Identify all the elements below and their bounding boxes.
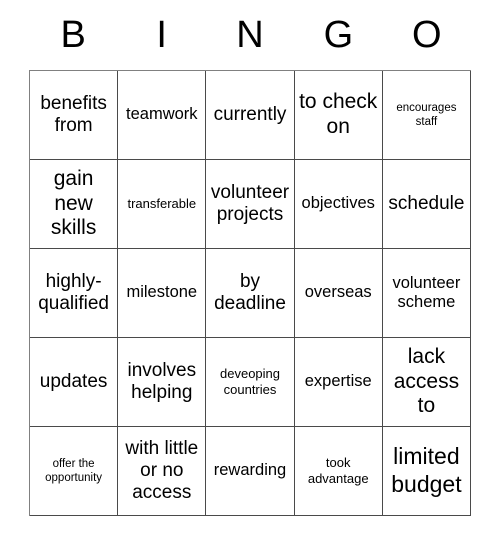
bingo-cell-b4[interactable]: updates (30, 338, 119, 427)
bingo-cell-i5[interactable]: with little or no access (118, 427, 207, 516)
bingo-row: highly-qualified milestone by deadline o… (30, 249, 472, 338)
bingo-row: updates involves helping deveoping count… (30, 338, 472, 427)
bingo-cell-label: by deadline (214, 270, 286, 314)
bingo-cell-label: rewarding (213, 461, 287, 480)
bingo-cell-i4[interactable]: involves helping (118, 338, 207, 427)
bingo-cell-label: offer the opportunity (45, 457, 103, 484)
bingo-grid: benefits from teamwork currently to chec… (29, 70, 472, 516)
bingo-cell-g2[interactable]: objectives (294, 160, 383, 249)
bingo-cell-b3[interactable]: highly-qualified (30, 249, 119, 338)
bingo-cell-label: involves helping (127, 359, 197, 403)
bingo-cell-g5[interactable]: took advantage (294, 427, 383, 516)
bingo-row: benefits from teamwork currently to chec… (30, 71, 472, 160)
bingo-cell-i3[interactable]: milestone (118, 249, 207, 338)
bingo-cell-n1[interactable]: currently (206, 71, 295, 160)
bingo-cell-label: deveoping countries (220, 366, 280, 397)
bingo-cell-label: volunteer scheme (392, 273, 461, 311)
bingo-cell-n5[interactable]: rewarding (206, 427, 295, 516)
bingo-cell-label: with little or no access (125, 437, 199, 504)
bingo-header: B I N G O (29, 0, 471, 70)
bingo-cell-b5[interactable]: offer the opportunity (30, 427, 119, 516)
bingo-cell-label: expertise (304, 372, 372, 391)
bingo-cell-label: transferable (127, 196, 197, 212)
bingo-cell-label: objectives (301, 194, 375, 213)
bingo-header-letter-b: B (60, 14, 86, 56)
bingo-cell-label: currently (213, 103, 287, 125)
bingo-cell-label: encourages staff (396, 101, 457, 128)
bingo-card: B I N G O benefits from teamwork current… (29, 0, 472, 516)
bingo-cell-o3[interactable]: volunteer scheme (382, 249, 472, 338)
bingo-cell-label: benefits from (40, 92, 107, 136)
bingo-cell-g4[interactable]: expertise (294, 338, 383, 427)
bingo-cell-g3[interactable]: overseas (294, 249, 383, 338)
bingo-cell-b2[interactable]: gain new skills (30, 160, 119, 249)
bingo-cell-n4[interactable]: deveoping countries (206, 338, 295, 427)
bingo-cell-label: gain new skills (50, 166, 97, 240)
bingo-cell-b1[interactable]: benefits from (30, 71, 119, 160)
bingo-cell-label: overseas (304, 283, 372, 302)
bingo-cell-o2[interactable]: schedule (382, 160, 472, 249)
bingo-cell-label: updates (39, 370, 108, 392)
bingo-cell-label: milestone (126, 283, 198, 302)
bingo-header-letter-i: I (156, 14, 167, 56)
bingo-cell-label: highly-qualified (38, 270, 109, 314)
bingo-cell-o4[interactable]: lack access to (382, 338, 472, 427)
bingo-header-letter-g: G (323, 14, 354, 56)
bingo-header-letter-o: O (412, 14, 442, 56)
bingo-cell-label: limited budget (391, 443, 462, 497)
bingo-header-letter-n: N (236, 14, 264, 56)
bingo-cell-n3[interactable]: by deadline (206, 249, 295, 338)
bingo-cell-label: lack access to (393, 344, 460, 418)
bingo-cell-i2[interactable]: transferable (118, 160, 207, 249)
bingo-cell-o1[interactable]: encourages staff (382, 71, 472, 160)
bingo-cell-n2[interactable]: volunteer projects (206, 160, 295, 249)
bingo-cell-label: to check on (299, 90, 378, 138)
bingo-cell-label: took advantage (307, 455, 369, 486)
bingo-cell-label: schedule (388, 192, 465, 214)
bingo-cell-label: teamwork (126, 105, 198, 124)
bingo-cell-o5[interactable]: limited budget (382, 427, 472, 516)
bingo-row: offer the opportunity with little or no … (30, 427, 472, 516)
bingo-cell-i1[interactable]: teamwork (118, 71, 207, 160)
bingo-cell-g1[interactable]: to check on (294, 71, 383, 160)
bingo-row: gain new skills transferable volunteer p… (30, 160, 472, 249)
bingo-cell-label: volunteer projects (210, 181, 290, 225)
